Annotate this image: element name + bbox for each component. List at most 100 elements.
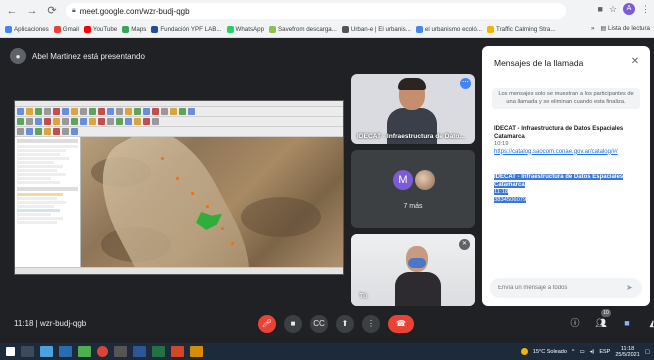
chat-button[interactable]: ■	[618, 314, 636, 332]
youtube-icon	[83, 26, 91, 33]
apps-grid-icon	[5, 26, 12, 33]
ypf-icon	[151, 26, 159, 33]
back-icon[interactable]: ←	[4, 3, 20, 19]
chat-notice: Los mensajes solo se muestran a los part…	[492, 88, 640, 109]
network-icon[interactable]: ▭	[580, 349, 585, 355]
chat-message-input[interactable]	[490, 278, 642, 298]
bookmarks-more-button[interactable]: »	[591, 25, 594, 32]
google-icon	[415, 26, 423, 33]
participant-avatars: M	[393, 170, 435, 190]
message-link[interactable]: https://catalog.saocom.conae.gov.ar/cata…	[494, 149, 644, 157]
maps-icon	[122, 26, 130, 33]
powerpoint-icon[interactable]	[171, 346, 184, 357]
volume-icon[interactable]: ◂)	[590, 349, 595, 355]
people-count-badge: 10	[601, 309, 611, 317]
bookmark-whatsapp[interactable]: WhatsApp	[226, 26, 264, 33]
clock-date: 25/5/2021	[615, 351, 640, 358]
bookmark-traffic-calming[interactable]: Traffic Calming Stra...	[487, 26, 556, 33]
address-bar[interactable]: 🔒︎ meet.google.com/wzr-budj-qgb	[66, 3, 566, 19]
activities-button[interactable]: ◭	[644, 314, 654, 332]
participant-tile-others[interactable]: M 7 más	[351, 150, 475, 228]
browser-chrome: ← → ⟳ 🔒︎ meet.google.com/wzr-budj-qgb ■ …	[0, 0, 654, 38]
qgis-layers-panel	[15, 137, 81, 274]
qgis-map-canvas	[81, 137, 343, 274]
close-icon[interactable]: ✕	[628, 55, 642, 69]
chrome-icon[interactable]	[97, 346, 108, 357]
present-button[interactable]: ⬆	[336, 315, 354, 333]
notifications-icon[interactable]: ▢	[645, 349, 650, 355]
browser-nav-row: ← → ⟳ 🔒︎ meet.google.com/wzr-budj-qgb ■ …	[0, 0, 654, 22]
windows-start-icon[interactable]	[6, 347, 15, 356]
camera-permission-icon[interactable]: ■	[597, 4, 602, 14]
tray-chevron-icon[interactable]: ^	[572, 349, 575, 355]
profile-avatar[interactable]: A	[623, 3, 635, 15]
word-icon[interactable]	[133, 346, 146, 357]
excel-icon[interactable]	[152, 346, 165, 357]
presenting-banner: ● Abel Martinez está presentando	[10, 45, 145, 67]
participant-avatar-photo	[415, 170, 435, 190]
info-icon: ⓘ	[570, 318, 580, 328]
qgis-statusbar	[15, 267, 343, 274]
side-controls: ⓘ 👥︎ 10 ■ ◭	[566, 309, 654, 332]
bookmark-urbanismo[interactable]: el urbanismo ecoló...	[415, 26, 482, 33]
meeting-info: 11:18 | wzr-budj-qgb	[14, 319, 87, 328]
message-text: 3834506079	[494, 196, 527, 203]
bookmark-urban-e[interactable]: Urban-e | El urbanis...	[341, 26, 411, 33]
taskbar-clock[interactable]: 11:18 25/5/2021	[615, 346, 639, 358]
bookmark-maps[interactable]: Maps	[122, 26, 146, 33]
bookmark-star-icon[interactable]: ☆	[609, 4, 617, 15]
weather-text[interactable]: 15°C Soleado	[533, 349, 567, 355]
windows-taskbar: 15°C Soleado ^ ▭ ◂) ESP 11:18 25/5/2021 …	[0, 343, 654, 360]
send-icon[interactable]: ➤	[626, 283, 636, 293]
bookmarks-bar: Aplicaciones Gmail YouTube Maps Fundació…	[0, 22, 654, 38]
bookmarks-right: » ▤ Lista de lectura	[591, 25, 650, 32]
whatsapp-icon	[226, 26, 234, 33]
shared-screen[interactable]	[14, 100, 344, 275]
bookmark-ypf[interactable]: Fundación YPF LAB...	[151, 26, 222, 33]
info-button[interactable]: ⓘ	[566, 314, 584, 332]
hangup-button[interactable]: ☎	[388, 315, 414, 333]
people-icon: 👥︎	[595, 318, 607, 328]
lock-icon: 🔒︎	[72, 7, 76, 14]
presenting-text: Abel Martinez está presentando	[32, 51, 145, 61]
savefrom-icon	[269, 26, 277, 33]
system-tray: 15°C Soleado ^ ▭ ◂) ESP 11:18 25/5/2021 …	[520, 343, 650, 360]
camera-button[interactable]: ■	[284, 315, 302, 333]
more-options-button[interactable]: ⋮	[362, 315, 380, 333]
presenter-avatar: ●	[10, 48, 26, 64]
bookmark-youtube[interactable]: YouTube	[83, 26, 117, 33]
task-view-icon[interactable]	[21, 346, 34, 357]
browser-menu-icon[interactable]: ⋮	[641, 4, 650, 15]
language-indicator[interactable]: ESP	[599, 349, 610, 355]
self-video	[393, 244, 443, 306]
reading-list-icon: ▤	[600, 25, 609, 32]
self-view-tile[interactable]: ✕ Tú	[351, 234, 475, 306]
file-explorer-icon[interactable]	[40, 346, 53, 357]
participant-tile-idecat[interactable]: ⋯ IDECAT - Infraestructura de Dato...	[351, 74, 475, 144]
mic-off-button[interactable]: 🎤︎	[258, 315, 276, 333]
bookmark-savefrom[interactable]: Savefrom descarga...	[269, 26, 337, 33]
settings-taskbar-icon[interactable]	[114, 346, 127, 357]
meeting-code: wzr-budj-qgb	[39, 319, 87, 328]
address-bar-url: meet.google.com/wzr-budj-qgb	[79, 6, 190, 16]
qgis-body	[15, 137, 343, 274]
reload-icon[interactable]: ⟳	[44, 3, 60, 19]
message-time: 11:18	[494, 189, 509, 195]
captions-button[interactable]: CC	[310, 315, 328, 333]
more-options-icon[interactable]: ⋯	[460, 78, 471, 89]
chat-panel: Mensajes de la llamada ✕ Los mensajes so…	[482, 46, 650, 306]
bookmark-apps[interactable]: Aplicaciones	[5, 26, 49, 33]
forward-icon[interactable]: →	[24, 3, 40, 19]
store-icon[interactable]	[59, 346, 72, 357]
participant-name: IDECAT - Infraestructura de Dato...	[357, 133, 465, 140]
chat-icon: ■	[624, 318, 630, 328]
weather-icon	[520, 348, 528, 355]
app-icon[interactable]	[190, 346, 203, 357]
traffic-calming-icon	[487, 26, 495, 33]
message-time: 10:19	[494, 141, 509, 147]
bookmark-gmail[interactable]: Gmail	[53, 26, 79, 33]
people-button[interactable]: 👥︎ 10	[592, 309, 611, 332]
qgis-taskbar-icon[interactable]	[78, 346, 91, 357]
self-label: Tú	[359, 293, 368, 300]
reading-list-button[interactable]: ▤ Lista de lectura	[600, 25, 650, 32]
